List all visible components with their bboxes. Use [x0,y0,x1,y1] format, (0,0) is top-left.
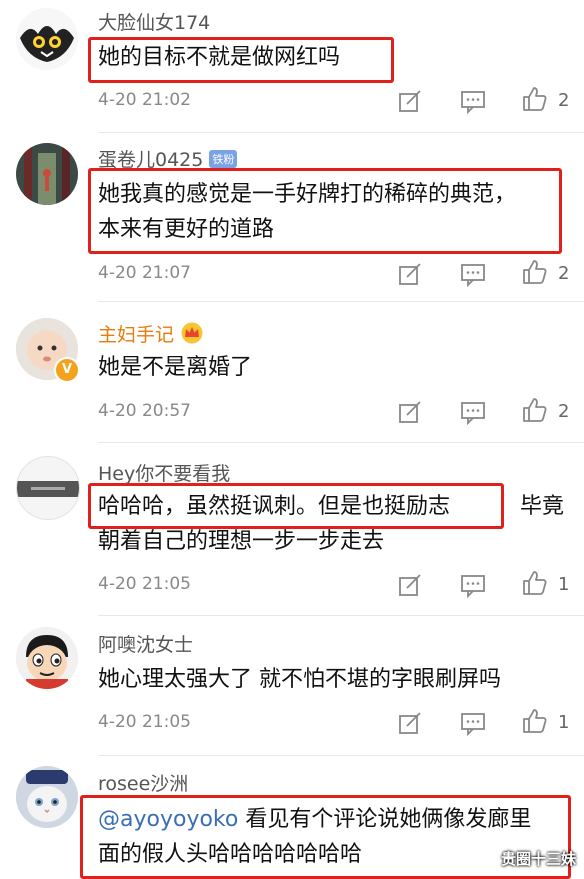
username[interactable]: rosee沙洲 [98,769,188,796]
username[interactable]: 阿噢沈女士 [98,630,193,657]
username-text: 主妇手记 [98,324,175,346]
like-count: 1 [558,712,570,733]
divider [98,442,584,443]
like-count: 2 [558,401,570,422]
divider [98,615,584,616]
like-icon[interactable] [522,708,548,734]
timestamp: 4-20 21:05 [98,574,191,594]
repost-icon[interactable] [397,261,423,287]
divider [98,755,584,756]
reply-icon[interactable] [460,88,486,114]
like-count: 2 [558,263,570,284]
reply-icon[interactable] [460,399,486,425]
comment-line: 她心理太强大了 就不怕不堪的字眼刷屏吗 [98,667,501,692]
like-icon[interactable] [522,570,548,596]
avatar[interactable] [16,8,78,70]
crown-icon [180,322,204,349]
repost-icon[interactable] [397,710,423,736]
avatar[interactable] [16,627,78,689]
comment-line: 她是不是离婚了 [98,355,253,380]
comment-text: 她心理太强大了 就不怕不堪的字眼刷屏吗 [98,662,501,697]
username[interactable]: Hey你不要看我 [98,459,230,486]
cat-avatar-icon [16,766,78,828]
timestamp: 4-20 21:02 [98,90,191,110]
divider [98,301,584,302]
like-icon[interactable] [522,397,548,423]
avatar[interactable] [16,143,78,205]
fan-badge: 铁粉 [209,150,238,168]
highlight-box [80,795,571,879]
repost-icon[interactable] [397,572,423,598]
cartoon-boy-avatar-icon [16,627,78,689]
username[interactable]: 大脸仙女174 [98,8,210,35]
like-count: 2 [558,90,570,111]
highlight-box [88,168,562,254]
highlight-box [88,483,504,529]
avatar[interactable] [16,456,80,520]
comment-text: 她是不是离婚了 [98,350,252,385]
screen-avatar-icon [17,457,79,519]
like-icon[interactable] [522,259,548,285]
like-count: 1 [558,574,570,595]
bat-avatar-icon [16,8,78,70]
verified-badge-icon: V [54,357,80,383]
watermark: 贵圈十三妹 [500,850,576,868]
comment-line: 朝着自己的理想一步一步走去 [98,529,385,554]
city-avatar-icon [16,143,78,205]
reply-icon[interactable] [460,572,486,598]
timestamp: 4-20 20:57 [98,401,191,421]
like-icon[interactable] [522,86,548,112]
repost-icon[interactable] [397,399,423,425]
repost-icon[interactable] [397,88,423,114]
timestamp: 4-20 21:07 [98,263,191,283]
reply-icon[interactable] [460,261,486,287]
avatar[interactable] [16,766,78,828]
comment-line-tail: 毕竟 [520,494,565,519]
timestamp: 4-20 21:05 [98,712,191,732]
divider [98,132,584,133]
highlight-box [88,37,394,83]
username[interactable]: 主妇手记 [98,320,204,349]
reply-icon[interactable] [460,710,486,736]
